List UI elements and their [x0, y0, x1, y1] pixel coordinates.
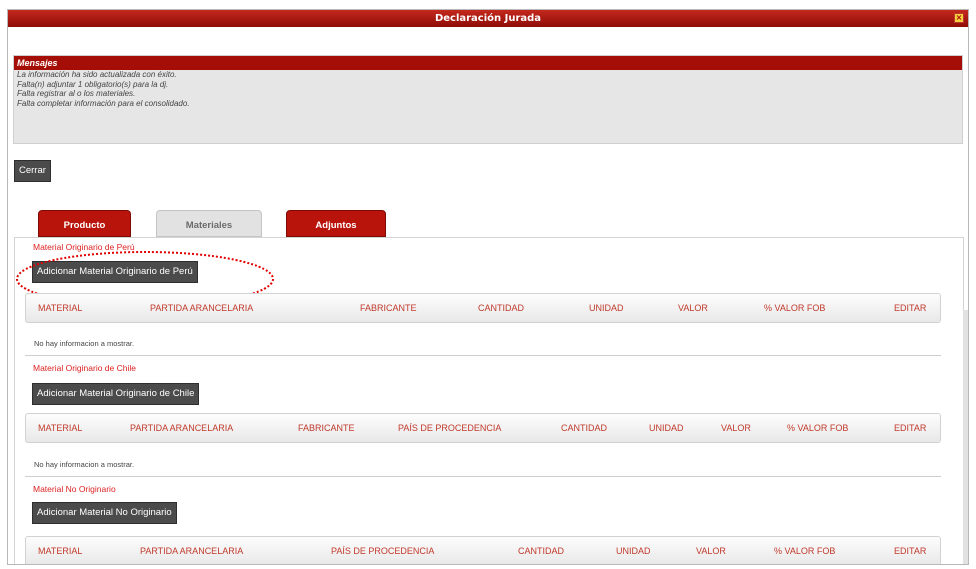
- close-button[interactable]: Cerrar: [14, 160, 51, 182]
- column-header: CANTIDAD: [561, 423, 608, 433]
- column-header: EDITAR: [894, 423, 927, 433]
- table-header-peru: MATERIAL PARTIDA ARANCELARIA FABRICANTE …: [25, 293, 941, 323]
- column-header: UNIDAD: [589, 303, 624, 313]
- column-header: MATERIAL: [38, 423, 83, 433]
- column-header: PARTIDA ARANCELARIA: [130, 423, 234, 433]
- message-line: La información ha sido actualizada con é…: [17, 70, 177, 79]
- column-header: MATERIAL: [38, 546, 83, 556]
- column-header: PARTIDA ARANCELARIA: [150, 303, 254, 313]
- column-header: % VALOR FOB: [787, 423, 849, 433]
- column-header: UNIDAD: [616, 546, 651, 556]
- column-header: EDITAR: [894, 303, 927, 313]
- tab-adjuntos[interactable]: Adjuntos: [286, 210, 386, 237]
- message-line: Falta registrar al o los materiales.: [17, 89, 136, 98]
- column-header: CANTIDAD: [478, 303, 525, 313]
- message-line: Falta(n) adjuntar 1 obligatorio(s) para …: [17, 79, 169, 89]
- column-header: VALOR: [678, 303, 708, 313]
- section-title-no-originario: Material No Originario: [33, 484, 116, 494]
- messages-header: Mensajes: [14, 56, 962, 70]
- column-header: % VALOR FOB: [774, 546, 836, 556]
- table-header-chile: MATERIAL PARTIDA ARANCELARIA FABRICANTE …: [25, 413, 941, 443]
- column-header: PARTIDA ARANCELARIA: [140, 546, 244, 556]
- dialog-title: Declaración Jurada: [434, 13, 542, 24]
- column-header: PAÍS DE PROCEDENCIA: [331, 546, 435, 556]
- column-header: PAÍS DE PROCEDENCIA: [398, 423, 502, 433]
- empty-message-peru: No hay informacion a mostrar.: [34, 339, 135, 348]
- empty-message-chile: No hay informacion a mostrar.: [34, 460, 135, 469]
- add-material-chile-button[interactable]: Adicionar Material Originario de Chile: [32, 383, 200, 405]
- message-line: Falta completar información para el cons…: [17, 98, 190, 108]
- tab-materiales[interactable]: Materiales: [156, 210, 262, 237]
- section-title-chile: Material Originario de Chile: [33, 363, 136, 373]
- row-divider: [25, 355, 941, 356]
- declaracion-dialog: Declaración Jurada × Mensajes La informa…: [7, 9, 969, 565]
- column-header: % VALOR FOB: [764, 303, 826, 313]
- messages-panel: Mensajes La información ha sido actualiz…: [13, 55, 963, 144]
- column-header: CANTIDAD: [518, 546, 565, 556]
- dialog-titlebar: Declaración Jurada ×: [8, 10, 968, 27]
- column-header: UNIDAD: [649, 423, 684, 433]
- row-divider: [25, 476, 941, 477]
- vertical-scrollbar[interactable]: [963, 310, 968, 564]
- column-header: EDITAR: [894, 546, 927, 556]
- close-icon[interactable]: ×: [954, 13, 964, 23]
- column-header: FABRICANTE: [298, 423, 355, 433]
- table-header-no-originario: MATERIAL PARTIDA ARANCELARIA PAÍS DE PRO…: [25, 536, 941, 564]
- column-header: FABRICANTE: [360, 303, 417, 313]
- add-material-no-originario-button[interactable]: Adicionar Material No Originario: [32, 502, 177, 524]
- column-header: MATERIAL: [38, 303, 83, 313]
- column-header: VALOR: [721, 423, 751, 433]
- column-header: VALOR: [696, 546, 726, 556]
- tab-producto[interactable]: Producto: [38, 210, 131, 237]
